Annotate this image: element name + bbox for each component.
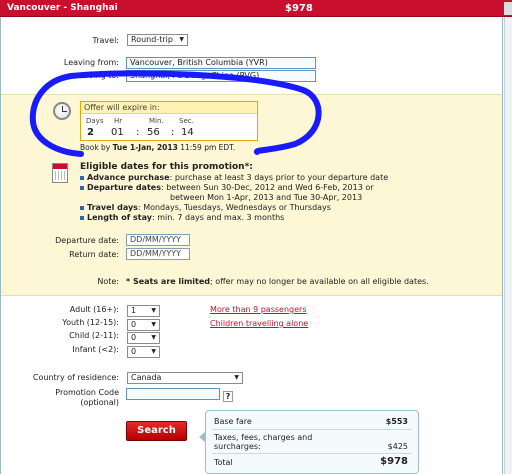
infant-count-select[interactable]: 0 ▼ — [127, 346, 160, 358]
going-to-label: Going to: — [82, 71, 119, 80]
advance-purchase-line: Advance purchase: purchase at least 3 da… — [87, 173, 389, 182]
chevron-down-icon: ▼ — [151, 307, 156, 314]
travel-type-value: Round-trip — [131, 35, 173, 44]
residence-value: Canada — [131, 373, 162, 382]
bullet-icon — [80, 206, 84, 210]
search-button[interactable]: Search — [126, 421, 187, 441]
residence-label: Country of residence: — [32, 373, 119, 382]
children-alone-link[interactable]: Children travelling alone — [210, 319, 308, 328]
youth-label: Youth (12-15): — [62, 318, 119, 327]
chevron-down-icon: ▼ — [234, 374, 239, 381]
length-of-stay-line: Length of stay: min. 7 days and max. 3 m… — [87, 213, 285, 222]
going-to-input[interactable]: Shanghai, Pu Dong, China (PVG) — [126, 70, 316, 82]
chevron-down-icon: ▼ — [151, 348, 156, 355]
seats-note: * Seats are limited; offer may no longer… — [126, 277, 429, 286]
child-label: Child (2-11): — [69, 331, 119, 340]
promo-code-input[interactable] — [126, 388, 220, 400]
departure-dates-line-2: between Mon 1-Apr, 2013 and Tue 30-Apr, … — [170, 193, 363, 202]
route-title: Vancouver - Shanghai — [7, 3, 118, 13]
seconds-value: 14 — [181, 127, 194, 138]
minutes-value: 56 — [147, 127, 160, 138]
note-label: Note: — [97, 277, 119, 286]
promo-code-label: Promotion Code — [55, 388, 119, 397]
travel-days-line: Travel days: Mondays, Tuesdays, Wednesda… — [87, 203, 331, 212]
countdown-header: Offer will expire in: — [81, 102, 257, 114]
infant-label: Infant (<2): — [72, 345, 119, 354]
return-date-label: Return date: — [69, 250, 119, 259]
travel-type-select[interactable]: Round-trip ▼ — [127, 34, 188, 46]
divider — [212, 429, 412, 430]
bullet-icon — [80, 176, 84, 180]
youth-count-select[interactable]: 0 ▼ — [127, 319, 160, 331]
minutes-label: Min. — [149, 117, 164, 125]
book-by-text: Book by Tue 1-Jan, 2013 11:59 pm EDT. — [80, 143, 236, 152]
offer-countdown: Offer will expire in: Days Hr Min. Sec. … — [80, 101, 258, 141]
adult-label: Adult (16+): — [69, 305, 119, 314]
promo-code-sublabel: (optional) — [80, 398, 119, 407]
infant-count-value: 0 — [131, 347, 137, 356]
base-fare-value: $553 — [385, 417, 408, 426]
help-icon[interactable]: ? — [223, 391, 233, 402]
total-label: Total — [214, 458, 233, 467]
callout-pointer — [199, 431, 206, 443]
leaving-from-label: Leaving from: — [63, 58, 119, 67]
youth-count-value: 0 — [131, 320, 137, 329]
departure-date-input[interactable]: DD/MM/YYYY — [126, 234, 190, 246]
taxes-label-2: surcharges: — [214, 442, 261, 451]
window-edge — [504, 2, 512, 15]
time-separator: : — [136, 127, 140, 138]
chevron-down-icon: ▼ — [179, 36, 184, 43]
header-price: $978 — [285, 3, 313, 14]
more-passengers-link[interactable]: More than 9 passengers — [210, 305, 307, 314]
hours-value: 01 — [111, 127, 124, 138]
seconds-label: Sec. — [179, 117, 194, 125]
base-fare-label: Base fare — [214, 417, 252, 426]
chevron-down-icon: ▼ — [151, 334, 156, 341]
child-count-value: 0 — [131, 333, 137, 342]
taxes-value: $425 — [387, 442, 408, 451]
total-value: $978 — [380, 456, 408, 467]
title-bar: Vancouver - Shanghai $978 — [0, 0, 512, 17]
clock-icon — [53, 102, 71, 120]
bullet-icon — [80, 186, 84, 190]
adult-count-value: 1 — [131, 306, 137, 315]
divider — [212, 453, 412, 454]
leaving-from-input[interactable]: Vancouver, British Columbia (YVR) — [126, 57, 316, 69]
time-separator: : — [171, 127, 175, 138]
fare-summary: Base fare $553 Taxes, fees, charges and … — [199, 410, 419, 474]
departure-date-label: Departure date: — [55, 236, 119, 245]
promotion-title: Eligible dates for this promotion*: — [80, 162, 253, 172]
travel-label: Travel: — [92, 36, 119, 45]
hours-label: Hr — [114, 117, 123, 125]
days-value: 2 — [87, 127, 94, 138]
bullet-icon — [80, 216, 84, 220]
residence-select[interactable]: Canada ▼ — [127, 372, 243, 384]
departure-dates-line: Departure dates: between Sun 30-Dec, 201… — [87, 183, 374, 192]
adult-count-select[interactable]: 1 ▼ — [127, 305, 160, 317]
child-count-select[interactable]: 0 ▼ — [127, 332, 160, 344]
scrollbar[interactable] — [504, 17, 512, 474]
calendar-icon — [52, 163, 68, 183]
chevron-down-icon: ▼ — [151, 321, 156, 328]
return-date-input[interactable]: DD/MM/YYYY — [126, 248, 190, 260]
days-label: Days — [86, 117, 104, 125]
taxes-label: Taxes, fees, charges and — [214, 433, 313, 442]
